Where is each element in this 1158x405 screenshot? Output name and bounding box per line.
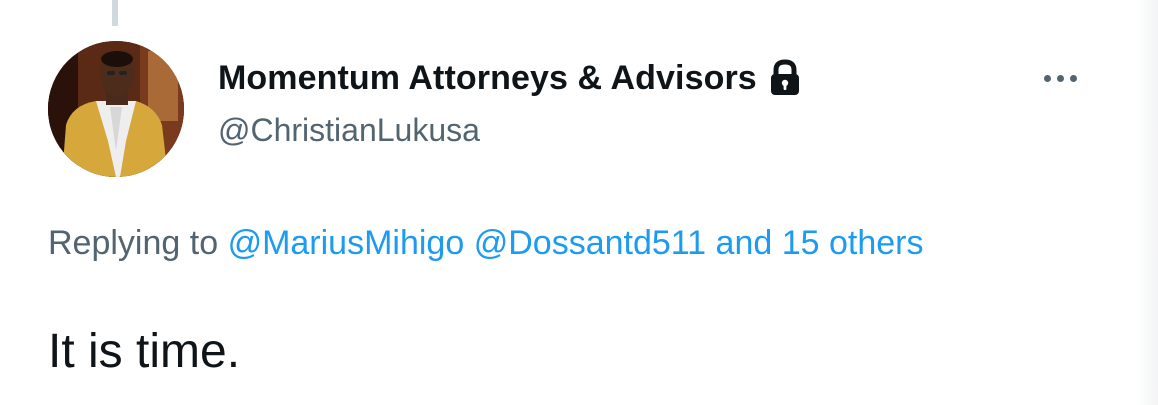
edge-shade <box>1136 0 1158 405</box>
profile-photo-icon <box>48 41 184 177</box>
display-name[interactable]: Momentum Attorneys & Advisors <box>218 59 757 98</box>
more-options-button[interactable] <box>1030 60 1090 96</box>
more-horizontal-icon-dot <box>1056 74 1064 82</box>
replying-to-line: Replying to @MariusMihigo @Dossantd511 a… <box>48 224 923 263</box>
others-link[interactable]: and 15 others <box>716 224 924 262</box>
avatar[interactable] <box>48 41 184 177</box>
mention-link[interactable]: @Dossantd511 <box>474 224 706 262</box>
thread-line <box>112 0 118 26</box>
author-handle[interactable]: @ChristianLukusa <box>218 112 480 149</box>
lock-icon <box>767 59 803 97</box>
replying-to-prefix: Replying to <box>48 224 219 262</box>
mention-link[interactable]: @MariusMihigo <box>228 224 465 262</box>
author-name-row[interactable]: Momentum Attorneys & Advisors <box>218 56 803 100</box>
more-horizontal-icon <box>1043 74 1051 82</box>
tweet-text: It is time. <box>48 325 241 378</box>
tweet-card: Momentum Attorneys & Advisors @Christian… <box>0 0 1158 405</box>
more-horizontal-icon-dot <box>1069 74 1077 82</box>
